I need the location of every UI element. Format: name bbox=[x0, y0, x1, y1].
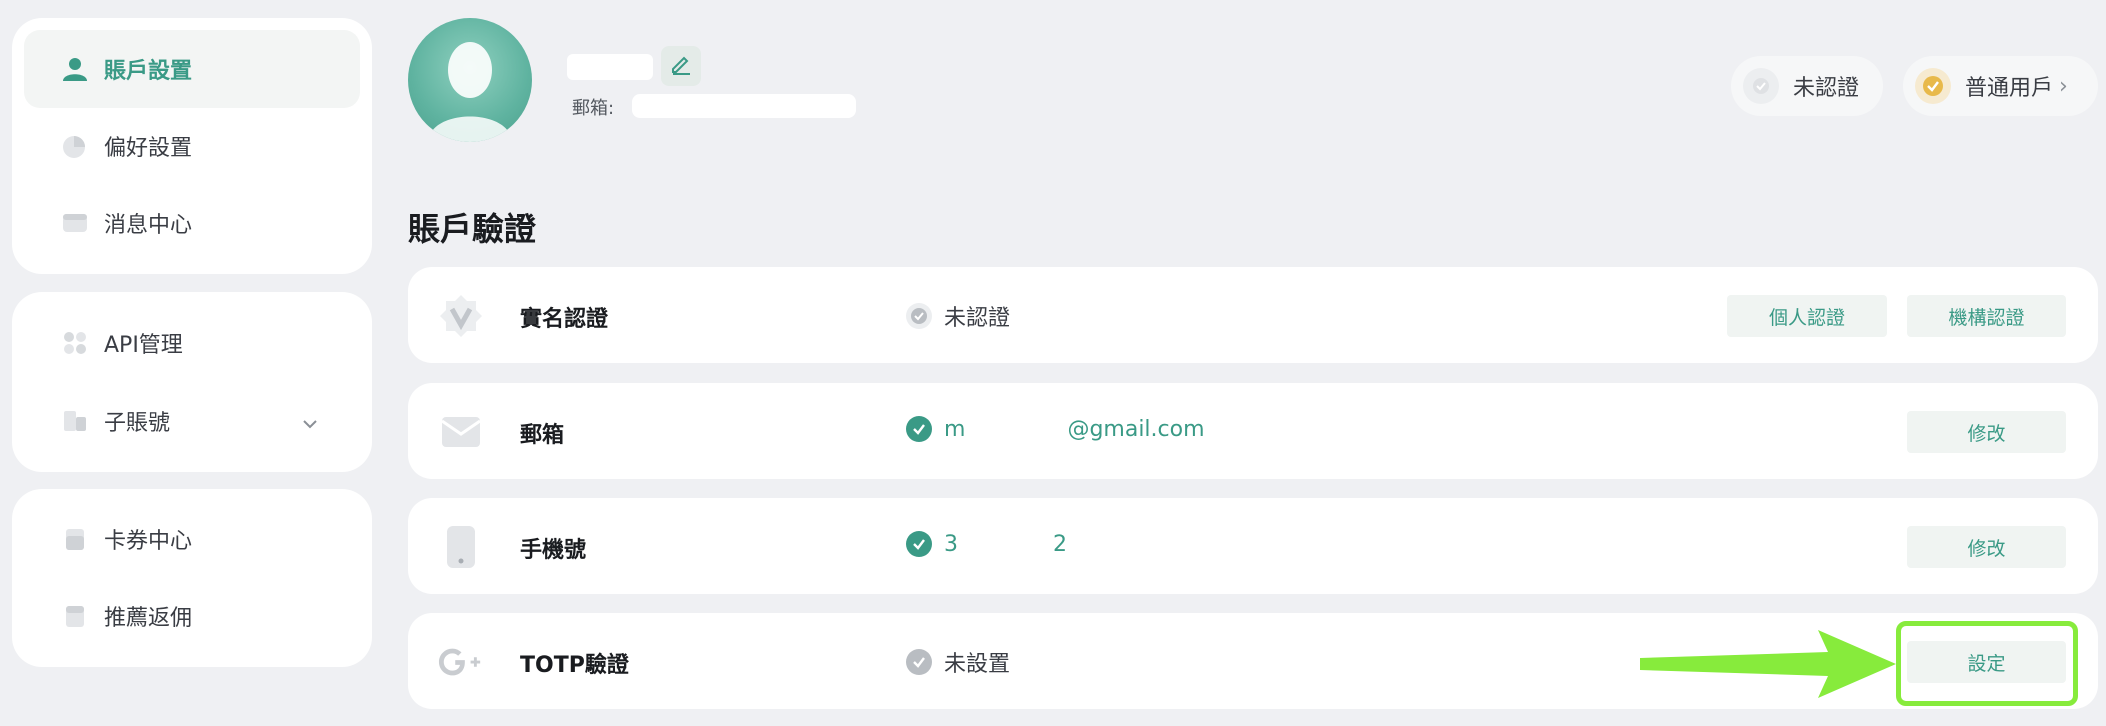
sidebar-item-label: 賬戶設置 bbox=[104, 59, 193, 84]
setup-totp-button[interactable]: 設定 bbox=[1907, 641, 2066, 683]
sidebar-item-api-management[interactable]: API管理 bbox=[24, 304, 360, 382]
sidebar-card-account: 賬戶設置 偏好設置 消息中心 bbox=[12, 18, 372, 274]
sidebar-item-account-settings[interactable]: 賬戶設置 bbox=[24, 30, 360, 108]
row-status: 3 2 bbox=[906, 531, 1067, 557]
verification-row-totp: TOTP驗證 未設置 設定 bbox=[408, 613, 2098, 709]
sidebar-item-label: 推薦返佣 bbox=[104, 606, 193, 631]
chevron-right-icon: › bbox=[2059, 73, 2068, 99]
sidebar-item-sub-account[interactable]: 子賬號 bbox=[24, 382, 360, 460]
user-level-text: 普通用戶 bbox=[1965, 76, 2054, 101]
phone-prefix: 3 bbox=[944, 531, 958, 557]
sidebar-item-label: 子賬號 bbox=[104, 411, 171, 436]
sidebar-item-label: API管理 bbox=[104, 333, 183, 358]
sidebar-card-api: API管理 子賬號 bbox=[12, 292, 372, 472]
page-title: 賬戶驗證 bbox=[408, 210, 537, 248]
api-icon bbox=[62, 330, 88, 356]
shield-check-icon bbox=[906, 303, 932, 329]
sidebar-item-label: 消息中心 bbox=[104, 213, 193, 238]
referral-icon bbox=[62, 603, 88, 629]
modify-email-button[interactable]: 修改 bbox=[1907, 411, 2066, 453]
row-status: m @gmail.com bbox=[906, 416, 1205, 442]
sidebar-item-preferences[interactable]: 偏好設置 bbox=[24, 107, 360, 185]
unverified-shield-icon bbox=[1743, 68, 1779, 104]
pencil-icon bbox=[669, 52, 693, 80]
email-prefix: m bbox=[944, 416, 966, 442]
envelope-icon bbox=[438, 409, 484, 455]
edit-name-button[interactable] bbox=[661, 46, 701, 86]
preferences-icon bbox=[62, 133, 88, 159]
modify-phone-button[interactable]: 修改 bbox=[1907, 526, 2066, 568]
institution-verification-button[interactable]: 機構認證 bbox=[1907, 295, 2066, 337]
verification-status-text: 未認證 bbox=[1793, 76, 1860, 101]
email-domain: @gmail.com bbox=[1067, 416, 1205, 442]
message-icon bbox=[62, 210, 88, 236]
row-status-text: 未設置 bbox=[944, 652, 1011, 677]
verification-row-real-name: 實名認證 未認證 個人認證 機構認證 bbox=[408, 267, 2098, 363]
row-label: TOTP驗證 bbox=[520, 653, 629, 678]
row-label: 實名認證 bbox=[520, 307, 609, 332]
row-status: 未設置 bbox=[906, 646, 1010, 678]
check-circle-icon bbox=[906, 416, 932, 442]
google-plus-icon bbox=[438, 639, 484, 685]
sidebar-item-message-center[interactable]: 消息中心 bbox=[24, 184, 360, 262]
verification-row-phone: 手機號 3 2 修改 bbox=[408, 498, 2098, 594]
row-label: 手機號 bbox=[520, 538, 587, 563]
check-circle-icon bbox=[906, 649, 932, 675]
username-redacted bbox=[567, 54, 653, 80]
email-label: 郵箱: bbox=[572, 98, 615, 119]
avatar[interactable] bbox=[408, 18, 532, 142]
row-status: 未認證 bbox=[906, 300, 1010, 332]
verified-badge-icon bbox=[438, 293, 484, 339]
verification-status-pill[interactable]: 未認證 bbox=[1731, 56, 1883, 116]
coupon-icon bbox=[62, 526, 88, 552]
chevron-down-icon[interactable] bbox=[302, 410, 318, 435]
sidebar-card-rewards: 卡券中心 推薦返佣 bbox=[12, 489, 372, 667]
email-redacted bbox=[632, 94, 856, 118]
sub-account-icon bbox=[62, 408, 88, 434]
personal-verification-button[interactable]: 個人認證 bbox=[1727, 295, 1887, 337]
sidebar-item-label: 偏好設置 bbox=[104, 136, 193, 161]
row-status-text: 未認證 bbox=[944, 306, 1011, 331]
user-level-pill[interactable]: 普通用戶 › bbox=[1903, 56, 2098, 116]
sidebar-item-referral[interactable]: 推薦返佣 bbox=[24, 577, 360, 655]
sidebar-item-label: 卡券中心 bbox=[104, 529, 193, 554]
row-label: 郵箱 bbox=[520, 423, 565, 448]
verification-row-email: 郵箱 m @gmail.com 修改 bbox=[408, 383, 2098, 479]
gold-badge-icon bbox=[1915, 68, 1951, 104]
phone-suffix: 2 bbox=[1053, 531, 1067, 557]
check-circle-icon bbox=[906, 531, 932, 557]
user-icon bbox=[62, 56, 88, 82]
phone-icon bbox=[438, 524, 484, 570]
sidebar-item-coupon-center[interactable]: 卡券中心 bbox=[24, 500, 360, 578]
